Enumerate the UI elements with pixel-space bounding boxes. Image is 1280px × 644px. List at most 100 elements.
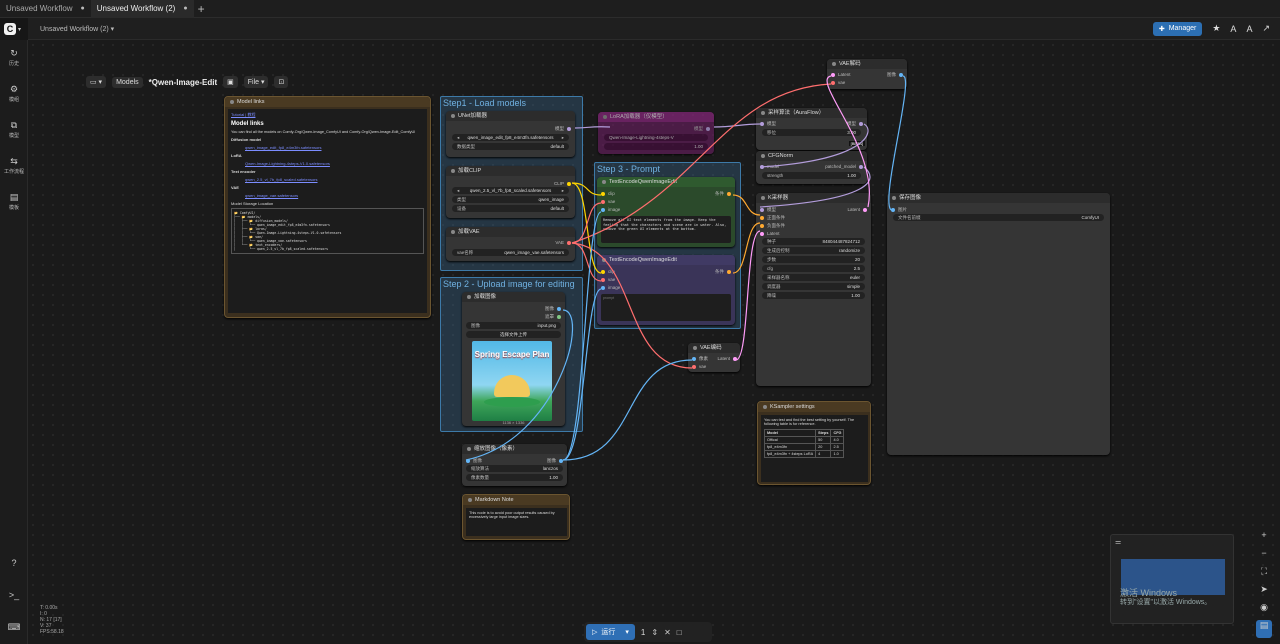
input-image[interactable]: image [601,207,620,212]
run-button[interactable]: ▷ 运行 ▾ [586,624,635,640]
arrow-up-right-icon[interactable]: ↗ [1262,23,1270,34]
sidebar-item-workflows[interactable]: ⇆ 工作流程 [0,156,28,175]
star-icon[interactable]: ★ [1212,23,1220,34]
input-vae[interactable]: vae [601,277,615,282]
denoise-widget[interactable]: 降噪 1.00 [762,292,865,299]
node-markdown-note[interactable]: Markdown Note This node is to avoid poor… [462,494,570,540]
unet-name-widget[interactable]: ◂ qwen_image_edit_fp8_e4m3fn.safetensors ▸ [452,134,569,141]
manager-button[interactable]: ✚ Manager [1152,21,1203,36]
help-button[interactable]: ? [0,558,28,569]
stop-icon[interactable]: □ [677,628,682,637]
negative-prompt-textarea[interactable]: prompt [601,294,731,321]
input-pixels[interactable]: 像素 [692,356,708,362]
output-clip[interactable]: CLIP [554,181,571,186]
lora-strength-widget[interactable]: 1.00 [604,143,708,150]
output-image[interactable]: 图像 [545,306,561,312]
cfg-widget[interactable]: cfg 2.5 [762,265,865,272]
map-icon[interactable]: ▤ [1256,620,1272,638]
file-menu-button[interactable]: File ▾ [243,76,269,88]
input-clip[interactable]: clip [601,191,615,196]
control-after-generate-widget[interactable]: 生成后控制 randomize [762,247,865,254]
output-image[interactable]: 图像 [887,72,903,78]
node-text-encode-positive[interactable]: TextEncodeQwenImageEdit clip vae image 条… [597,177,735,247]
node-vae-decode[interactable]: VAE解码 Latent vae 图像 [827,59,907,89]
input-images[interactable]: 图片 [891,207,907,213]
vae-link[interactable]: qwen_image_vae.safetensors [245,193,424,198]
add-tab-icon[interactable]: + [198,2,205,16]
upscale-method-widget[interactable]: 缩放算法 lanczos [466,465,563,472]
zoom-out-icon[interactable]: − [1256,548,1272,566]
output-patched-model[interactable]: patched_model [825,164,863,169]
stepper-icon[interactable]: ⇕ [651,628,658,637]
vae-name-widget[interactable]: vae名称 qwen_image_vae.safetensors [452,249,569,256]
input-latent[interactable]: Latent [831,72,851,77]
output-model[interactable]: 模型 [694,126,710,132]
input-negative[interactable]: 负面条件 [760,223,785,229]
lora-name-widget[interactable]: Qwen-Image-Lightning-4steps-V [604,134,708,141]
tab-unsaved-workflow-2[interactable]: Unsaved Workflow (2) ● [90,0,194,18]
upload-button[interactable]: 选择文件上传 [466,331,561,338]
input-clip[interactable]: clip [601,269,615,274]
node-ksampler[interactable]: K采样器 模型 正面条件 负面条件 Latent Latent 种子 848044… [756,193,871,386]
node-load-vae[interactable]: 加载VAE VAE vae名称 qwen_image_vae.safetensor… [446,227,575,261]
workflow-title-dropdown[interactable]: Unsaved Workflow (2) ▾ [40,25,114,33]
megapixels-widget[interactable]: 像素数量 1.00 [466,474,563,481]
clip-name-widget[interactable]: ◂ qwen_2.5_vl_7b_fp8_scaled.safetensors ▸ [452,187,569,194]
node-model-sampling-auraflow[interactable]: 采样算法（AuraFlow） 模型 模型 移位 3.00 [BETA] [756,108,867,150]
node-ksampler-settings[interactable]: KSampler settings You can test and find … [757,401,871,485]
input-model[interactable]: model [760,164,779,169]
node-save-image[interactable]: 保存图像 图片 文件名前缀 ComfyUI [887,193,1110,455]
image-select-widget[interactable]: 图像 input.png [466,322,561,329]
clip-type-widget[interactable]: 类型 qwen_image [452,196,569,203]
node-load-clip[interactable]: 加载CLIP CLIP ◂ qwen_2.5_vl_7b_fp8_scaled.s… [446,166,575,218]
input-latent[interactable]: Latent [760,231,780,236]
input-vae[interactable]: vae [601,199,615,204]
filename-prefix-widget[interactable]: 文件名前缀 ComfyUI [893,214,1104,221]
translate-icon[interactable]: A [1230,24,1236,34]
settings-sliders-icon[interactable]: ⚌ [1115,538,1121,546]
diffusion-link[interactable]: qwen_image_edit_fp8_e4m3fn.safetensors [245,145,424,150]
image-icon[interactable]: ▣ [223,76,238,88]
sidebar-item-templates[interactable]: ▤ 模板 [0,192,28,211]
input-model[interactable]: 模型 [760,121,776,127]
output-model[interactable]: 模型 [555,126,571,132]
output-image[interactable]: 图像 [547,458,563,464]
batch-count-input[interactable]: 1 [641,628,645,637]
sidebar-item-models[interactable]: ⧉ 模型 [0,120,28,139]
pointer-icon[interactable]: ➤ [1256,584,1272,602]
keyboard-button[interactable]: ⌨ [0,622,28,634]
input-image[interactable]: 图像 [466,458,482,464]
weight-dtype-widget[interactable]: 数据类型 default [452,143,569,150]
input-image[interactable]: image [601,285,620,290]
node-scale-image[interactable]: 缩放图像（像素） 图像 图像 缩放算法 lanczos 像素数量 1.00 [462,444,567,486]
sampler-name-widget[interactable]: 采样器名称 euler [762,274,865,281]
lora-link[interactable]: Qwen-Image-Lightning-4steps-V1.0.safeten… [245,161,424,166]
output-vae[interactable]: VAE [555,240,571,245]
node-unet-loader[interactable]: UNet加载器 模型 ◂ qwen_image_edit_fp8_e4m3fn.s… [446,111,575,157]
node-cfgnorm[interactable]: CFGNorm model patched_model strength 1.00 [756,151,867,184]
tutorial-link[interactable]: Tutorial | 教程 [231,112,424,118]
models-button[interactable]: Models [112,76,143,88]
clip-device-widget[interactable]: 设备 default [452,205,569,212]
node-text-encode-negative[interactable]: TextEncodeQwenImageEdit clip vae image 条… [597,255,735,325]
node-lora-loader[interactable]: LoRA加载器（仅模型） 模型 Qwen-Image-Lightning-4st… [598,112,714,154]
output-conditioning[interactable]: 条件 [715,191,731,197]
output-model[interactable]: 模型 [847,121,863,127]
input-model[interactable]: 模型 [760,207,776,213]
fit-view-icon[interactable]: ⛶ [1256,566,1272,584]
input-positive[interactable]: 正面条件 [760,215,785,221]
translate-alt-icon[interactable]: A [1246,24,1252,34]
scheduler-widget[interactable]: 调度器 simple [762,283,865,290]
input-vae[interactable]: vae [831,80,845,85]
shift-widget[interactable]: 移位 3.00 [762,129,861,136]
output-latent[interactable]: Latent [847,207,867,212]
cancel-icon[interactable]: ✕ [664,628,671,637]
save-icon[interactable]: ⊡ [274,76,289,88]
comfy-logo-menu[interactable]: C ▾ [4,20,24,38]
node-vae-encode[interactable]: VAE编码 像素 vae Latent [688,343,740,372]
folder-button[interactable]: ▭ ▾ [86,76,107,88]
output-conditioning[interactable]: 条件 [715,269,731,275]
output-latent[interactable]: Latent [717,356,737,361]
prompt-textarea[interactable]: Remove all UI text elements from the ima… [601,216,731,243]
minimap[interactable]: ⚌ [1110,534,1234,624]
